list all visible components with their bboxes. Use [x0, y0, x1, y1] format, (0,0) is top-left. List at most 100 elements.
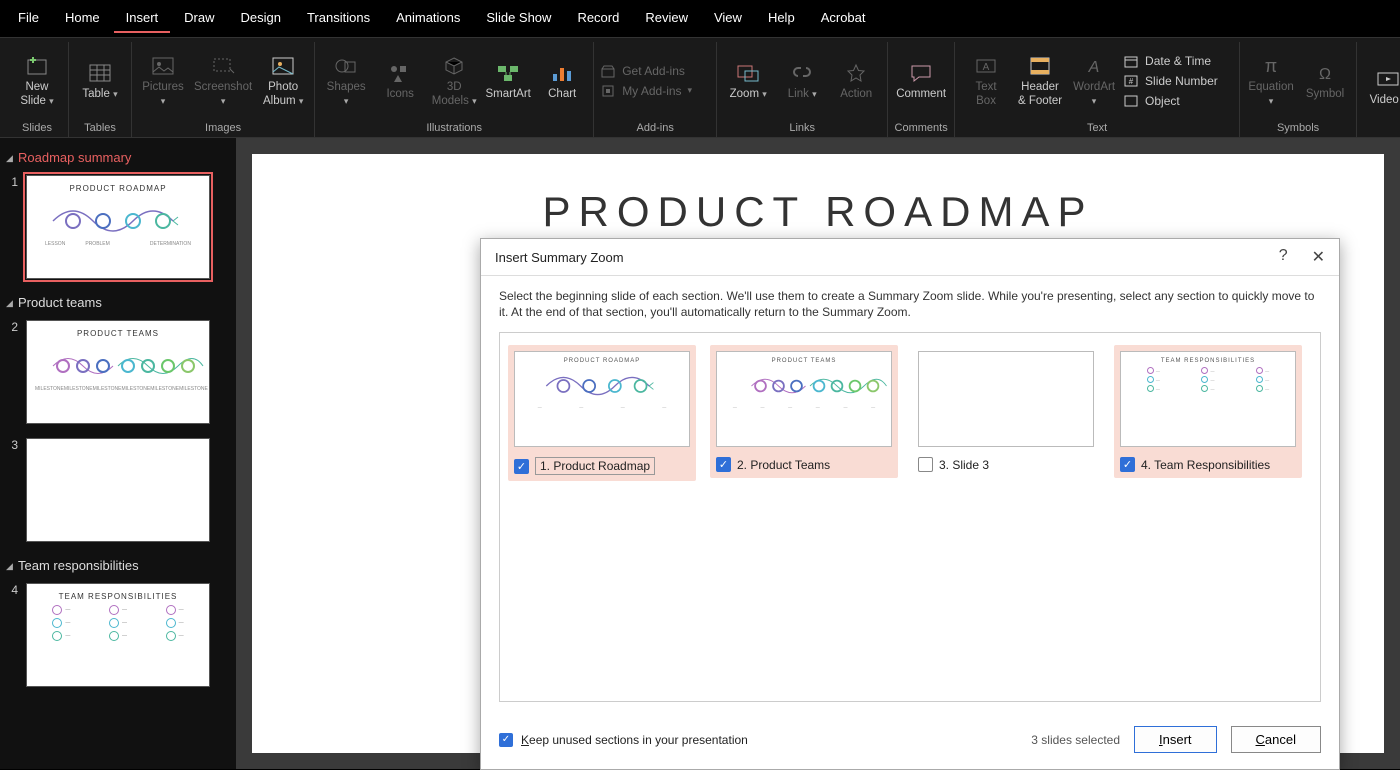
comment-button[interactable]: Comment [894, 42, 948, 119]
tab-slide-show[interactable]: Slide Show [474, 4, 563, 33]
card-label: 1. Product Roadmap [535, 457, 655, 475]
ribbon-group-label: Tables [84, 119, 116, 137]
zoom-button[interactable]: Zoom ▾ [723, 42, 773, 119]
symbol-button[interactable]: ΩSymbol [1300, 42, 1350, 119]
album-icon [269, 53, 297, 79]
photo-album-button[interactable]: PhotoAlbum ▾ [258, 42, 308, 119]
svg-text:π: π [1265, 56, 1277, 76]
summary-card[interactable]: PRODUCT ROADMAP———— ✓ 1. Product Roadmap [508, 345, 696, 481]
equation-button[interactable]: πEquation ▾ [1246, 42, 1296, 119]
chart-icon [548, 60, 576, 86]
dialog-help-button[interactable]: ? [1279, 247, 1288, 267]
tab-insert[interactable]: Insert [114, 4, 171, 33]
textbox-icon: A [972, 53, 1000, 79]
slide-thumbnail[interactable]: PRODUCT TEAMSMILESTONEMILESTONEMILESTONE… [26, 320, 210, 424]
icons-button[interactable]: Icons [375, 42, 425, 119]
cancel-button[interactable]: Cancel [1231, 726, 1321, 753]
table-button[interactable]: Table ▾ [75, 42, 125, 119]
my-addins-button[interactable]: My Add-ins ▾ [600, 83, 710, 99]
card-preview: PRODUCT ROADMAP———— [514, 351, 690, 447]
card-preview: TEAM RESPONSIBILITIES————————— [1120, 351, 1296, 447]
summary-card[interactable]: PRODUCT TEAMS—————— ✓ 2. Product Teams [710, 345, 898, 478]
get-addins-button[interactable]: Get Add-ins [600, 63, 710, 79]
comment-icon [907, 60, 935, 86]
card-label: 2. Product Teams [737, 458, 830, 472]
dialog-footer: ✓ Keep unused sections in your presentat… [481, 714, 1339, 769]
slide-thumbnail[interactable]: PRODUCT ROADMAPLESSONPROBLEMDETERMINATIO… [26, 175, 210, 279]
dialog-title: Insert Summary Zoom [495, 250, 624, 265]
ribbon-group-comments: CommentComments [888, 42, 955, 137]
cube-icon [440, 53, 468, 79]
tab-home[interactable]: Home [53, 4, 112, 33]
summary-card[interactable]: TEAM RESPONSIBILITIES—————————✓4. Team R… [1114, 345, 1302, 478]
date-time-button[interactable]: Date & Time [1123, 53, 1233, 69]
section-header[interactable]: Team responsibilities [6, 552, 230, 579]
pictures-button[interactable]: Pictures ▾ [138, 42, 188, 119]
selection-status: 3 slides selected [1031, 733, 1120, 747]
link-button[interactable]: Link ▾ [777, 42, 827, 119]
new-slide-button[interactable]: NewSlide ▾ [12, 42, 62, 119]
video-button[interactable]: Video ▾ [1363, 42, 1400, 131]
smartart-icon [494, 60, 522, 86]
slide-number: 4 [6, 583, 18, 687]
dialog-description: Select the beginning slide of each secti… [499, 288, 1321, 320]
section-header[interactable]: Product teams [6, 289, 230, 316]
screenshot-button[interactable]: Screenshot ▾ [192, 42, 254, 119]
dialog-close-button[interactable]: ✕ [1312, 247, 1325, 267]
menu-bar: FileHomeInsertDrawDesignTransitionsAnima… [0, 0, 1400, 38]
ribbon-insert: NewSlide ▾SlidesTable ▾TablesPictures ▾S… [0, 38, 1400, 138]
calendar-icon [1123, 53, 1139, 69]
ribbon-group-label: Text [1087, 119, 1107, 137]
card-caption: 3. Slide 3 [918, 457, 1094, 472]
link-icon [788, 60, 816, 86]
wordart-button[interactable]: AWordArt ▾ [1069, 42, 1119, 119]
screenshot-icon [209, 53, 237, 79]
svg-text:#: # [1129, 77, 1134, 86]
action-button[interactable]: Action [831, 42, 881, 119]
card-label: 3. Slide 3 [939, 458, 989, 472]
tab-transitions[interactable]: Transitions [295, 4, 382, 33]
ribbon-group-tables: Table ▾Tables [69, 42, 132, 137]
tab-acrobat[interactable]: Acrobat [809, 4, 878, 33]
section-header[interactable]: Roadmap summary [6, 144, 230, 171]
card-checkbox[interactable]: ✓ [716, 457, 731, 472]
card-checkbox[interactable]: ✓ [514, 459, 529, 474]
header-footer-button[interactable]: Header& Footer [1015, 42, 1065, 119]
object-button[interactable]: Object [1123, 93, 1233, 109]
keep-sections-checkbox[interactable]: ✓ [499, 733, 513, 747]
pi-icon: π [1257, 53, 1285, 79]
card-preview: PRODUCT TEAMS—————— [716, 351, 892, 447]
svg-text:Ω: Ω [1319, 66, 1331, 83]
slide-row: 4TEAM RESPONSIBILITIES————————— [6, 579, 230, 697]
summary-card[interactable]: 3. Slide 3 [912, 345, 1100, 478]
slide-title[interactable]: PRODUCT ROADMAP [252, 154, 1384, 236]
ribbon-group-label: Illustrations [426, 119, 482, 137]
tab-animations[interactable]: Animations [384, 4, 472, 33]
card-checkbox[interactable]: ✓ [1120, 457, 1135, 472]
keep-sections-label: Keep unused sections in your presentatio… [521, 733, 748, 747]
3d-models-button[interactable]: 3DModels ▾ [429, 42, 479, 119]
tab-help[interactable]: Help [756, 4, 807, 33]
slide-thumbnail[interactable] [26, 438, 210, 542]
insert-button[interactable]: Insert [1134, 726, 1217, 753]
chart-button[interactable]: Chart [537, 42, 587, 119]
ribbon-group-label: Links [789, 119, 815, 137]
ribbon-group-images: Pictures ▾Screenshot ▾PhotoAlbum ▾Images [132, 42, 315, 137]
slide-thumbnail[interactable]: TEAM RESPONSIBILITIES————————— [26, 583, 210, 687]
tab-draw[interactable]: Draw [172, 4, 226, 33]
slide-number-button[interactable]: #Slide Number [1123, 73, 1233, 89]
tab-record[interactable]: Record [565, 4, 631, 33]
ribbon-group-media: Video ▾ [1357, 42, 1400, 137]
tab-design[interactable]: Design [229, 4, 293, 33]
tab-view[interactable]: View [702, 4, 754, 33]
text-box-button[interactable]: ATextBox [961, 42, 1011, 119]
tab-file[interactable]: File [6, 4, 51, 33]
omega-icon: Ω [1311, 60, 1339, 86]
smartart-button[interactable]: SmartArt [483, 42, 533, 119]
shapes-button[interactable]: Shapes ▾ [321, 42, 371, 119]
card-checkbox[interactable] [918, 457, 933, 472]
plus-slide-icon [23, 53, 51, 79]
tab-review[interactable]: Review [633, 4, 700, 33]
ribbon-group-slides: NewSlide ▾Slides [6, 42, 69, 137]
dialog-slide-grid: PRODUCT ROADMAP————✓1. Product RoadmapPR… [499, 332, 1321, 702]
